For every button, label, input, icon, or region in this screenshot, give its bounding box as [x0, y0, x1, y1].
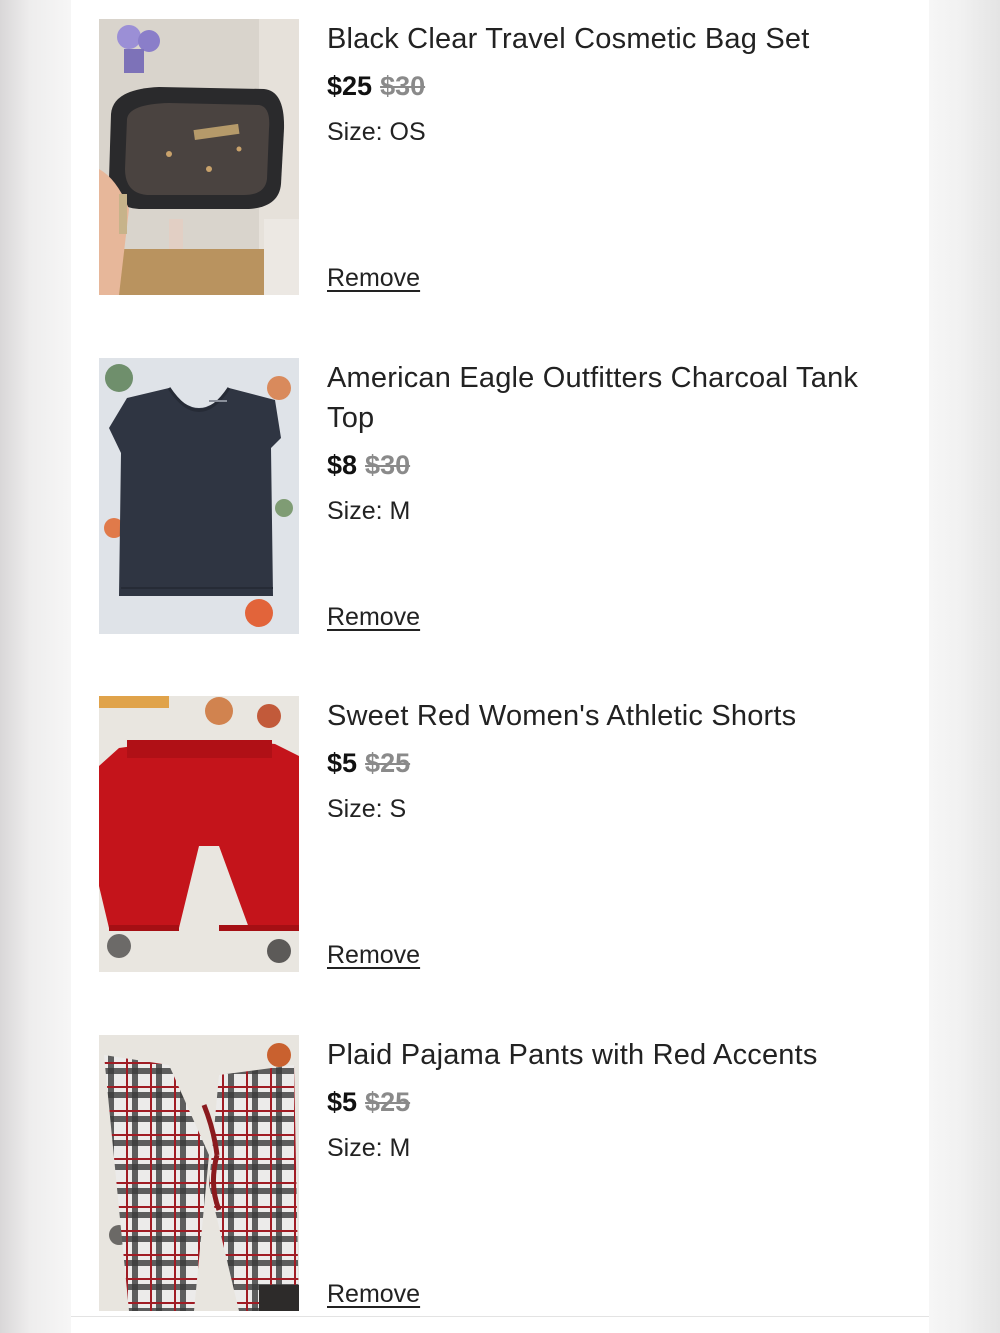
original-price: $25: [365, 1087, 411, 1117]
cosmetic-bag-photo: [99, 19, 299, 295]
sale-price: $8: [327, 450, 358, 480]
item-size: Size: S: [327, 795, 407, 823]
price-row: $8 $30: [327, 448, 897, 482]
item-size: Size: M: [327, 497, 411, 525]
product-image-tank-top[interactable]: [99, 358, 299, 634]
sale-price: $5: [327, 1087, 358, 1117]
product-image-plaid-pants[interactable]: [99, 1035, 299, 1311]
item-title[interactable]: Sweet Red Women's Athletic Shorts: [327, 696, 897, 736]
cart-item: Black Clear Travel Cosmetic Bag Set $25 $…: [99, 19, 899, 295]
tank-top-photo: [99, 358, 299, 634]
divider: [71, 1316, 929, 1317]
item-title[interactable]: Plaid Pajama Pants with Red Accents: [327, 1035, 897, 1075]
item-title[interactable]: American Eagle Outfitters Charcoal Tank …: [327, 358, 897, 438]
item-size: Size: OS: [327, 118, 426, 146]
item-details: Sweet Red Women's Athletic Shorts $5 $25 …: [327, 696, 897, 972]
cart-item: Plaid Pajama Pants with Red Accents $5 $2…: [99, 1035, 899, 1311]
item-title[interactable]: Black Clear Travel Cosmetic Bag Set: [327, 19, 897, 59]
item-size: Size: M: [327, 1134, 411, 1162]
remove-button[interactable]: Remove: [327, 1279, 420, 1309]
product-image-red-shorts[interactable]: [99, 696, 299, 972]
red-shorts-photo: [99, 696, 299, 972]
remove-button[interactable]: Remove: [327, 940, 420, 970]
item-details: American Eagle Outfitters Charcoal Tank …: [327, 358, 897, 634]
original-price: $30: [380, 71, 426, 101]
original-price: $30: [365, 450, 411, 480]
item-details: Black Clear Travel Cosmetic Bag Set $25 $…: [327, 19, 897, 295]
cart-item: Sweet Red Women's Athletic Shorts $5 $25 …: [99, 696, 899, 972]
sale-price: $25: [327, 71, 373, 101]
price-row: $25 $30: [327, 69, 897, 103]
cart-panel: Black Clear Travel Cosmetic Bag Set $25 $…: [71, 0, 929, 1333]
price-row: $5 $25: [327, 1085, 897, 1119]
remove-button[interactable]: Remove: [327, 263, 420, 293]
product-image-cosmetic-bag[interactable]: [99, 19, 299, 295]
original-price: $25: [365, 748, 411, 778]
plaid-pants-photo: [99, 1035, 299, 1311]
item-details: Plaid Pajama Pants with Red Accents $5 $2…: [327, 1035, 897, 1311]
price-row: $5 $25: [327, 746, 897, 780]
sale-price: $5: [327, 748, 358, 778]
cart-item: American Eagle Outfitters Charcoal Tank …: [99, 358, 899, 634]
remove-button[interactable]: Remove: [327, 602, 420, 632]
